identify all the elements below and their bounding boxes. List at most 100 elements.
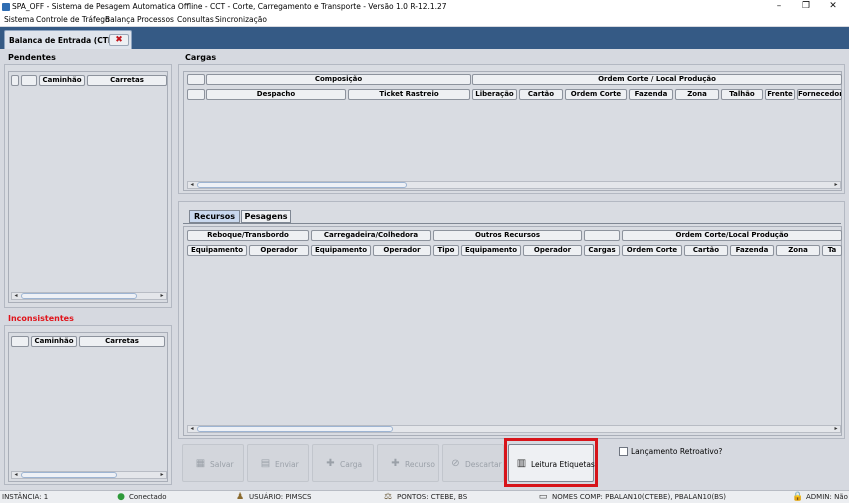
recursos-col-equipamento-3[interactable]: Equipamento xyxy=(461,245,521,256)
recursos-col-zona[interactable]: Zona xyxy=(776,245,820,256)
cargas-col-fazenda[interactable]: Fazenda xyxy=(629,89,673,100)
cargas-group-composicao[interactable]: Composição xyxy=(206,74,471,85)
enviar-button[interactable]: ▤ Enviar xyxy=(247,444,309,482)
status-nomes-comp: NOMES COMP: PBALAN10(CTEBE), PBALAN10(BS… xyxy=(552,493,727,501)
scroll-left-icon[interactable]: ◂ xyxy=(12,293,20,299)
cargas-col-talhao[interactable]: Talhão xyxy=(721,89,763,100)
inconsistentes-col-0[interactable] xyxy=(11,336,29,347)
recurso-button[interactable]: ✚ Recurso xyxy=(377,444,439,482)
retroativo-label: Lançamento Retroativo? xyxy=(631,447,723,456)
cargas-title: Cargas xyxy=(185,53,217,62)
scale-icon: ⚖ xyxy=(383,492,393,502)
recursos-group-outros[interactable]: Outros Recursos xyxy=(433,230,582,241)
scroll-thumb[interactable] xyxy=(21,293,137,299)
recursos-col-operador-3[interactable]: Operador xyxy=(523,245,582,256)
menu-sincronizacao[interactable]: Sincronização xyxy=(215,15,267,24)
connected-icon: ● xyxy=(117,492,125,502)
close-tab-icon[interactable]: ✖ xyxy=(109,34,129,46)
cargas-col-despacho[interactable]: Despacho xyxy=(206,89,346,100)
descartar-button[interactable]: ⊘ Descartar xyxy=(442,444,504,482)
pendentes-col-1[interactable] xyxy=(21,75,37,86)
menu-sistema[interactable]: Sistema xyxy=(4,15,34,24)
recursos-col-operador-2[interactable]: Operador xyxy=(373,245,431,256)
lock-icon: 🔒 xyxy=(792,492,804,502)
cargas-col-liberacao[interactable]: Liberação xyxy=(472,89,517,100)
cargas-hscrollbar[interactable]: ◂ ▸ xyxy=(187,181,841,189)
send-icon: ▤ xyxy=(260,458,271,469)
menu-consultas[interactable]: Consultas xyxy=(177,15,214,24)
cargas-col-cartao[interactable]: Cartão xyxy=(519,89,563,100)
carga-button[interactable]: ✚ Carga xyxy=(312,444,374,482)
cargas-col-0[interactable] xyxy=(187,89,205,100)
recursos-col-cargas[interactable]: Cargas xyxy=(584,245,620,256)
retroativo-checkbox[interactable] xyxy=(619,447,628,456)
cargas-col-ordem-corte[interactable]: Ordem Corte xyxy=(565,89,627,100)
scroll-right-icon[interactable]: ▸ xyxy=(158,472,166,478)
recursos-col-ordem-corte[interactable]: Ordem Corte xyxy=(622,245,682,256)
cargas-col-ticket-rastreio[interactable]: Ticket Rastreio xyxy=(348,89,470,100)
cargas-group-ordem-corte[interactable]: Ordem Corte / Local Produção xyxy=(472,74,842,85)
maximize-button[interactable]: ❐ xyxy=(793,0,819,14)
recursos-col-ta[interactable]: Ta xyxy=(822,245,842,256)
pendentes-grid: Caminhão Carretas ◂ ▸ xyxy=(8,71,168,303)
tab-balanca-entrada[interactable]: Balanca de Entrada (CTEBE) ✖ xyxy=(4,30,132,49)
recursos-group-3[interactable] xyxy=(584,230,620,241)
highlight-box xyxy=(504,438,598,487)
recursos-col-cartao[interactable]: Cartão xyxy=(684,245,728,256)
recursos-group-ordem-corte[interactable]: Ordem Corte/Local Produção xyxy=(622,230,842,241)
recursos-group-carregadeira[interactable]: Carregadeira/Colhedora xyxy=(311,230,431,241)
menu-processos[interactable]: Processos xyxy=(137,15,174,24)
pendentes-col-carretas[interactable]: Carretas xyxy=(87,75,167,86)
menu-controle-trafego[interactable]: Controle de Tráfego xyxy=(36,15,110,24)
save-icon: ▦ xyxy=(195,458,206,469)
cargas-group-0[interactable] xyxy=(187,74,205,85)
recursos-grid: Reboque/Transbordo Carregadeira/Colhedor… xyxy=(183,226,842,436)
scroll-thumb[interactable] xyxy=(197,182,407,188)
pendentes-col-0[interactable] xyxy=(11,75,19,86)
scroll-left-icon[interactable]: ◂ xyxy=(12,472,20,478)
scroll-thumb[interactable] xyxy=(21,472,117,478)
recursos-col-equipamento[interactable]: Equipamento xyxy=(187,245,247,256)
tab-pesagens[interactable]: Pesagens xyxy=(241,210,291,223)
recurso-label: Recurso xyxy=(405,460,435,469)
status-bar: INSTÂNCIA: 1 ● Conectado ♟ USUÁRIO: PIMS… xyxy=(0,490,849,503)
cargas-col-frente[interactable]: Frente xyxy=(765,89,795,100)
recursos-col-equipamento-2[interactable]: Equipamento xyxy=(311,245,371,256)
pendentes-hscrollbar[interactable]: ◂ ▸ xyxy=(11,292,167,300)
cargas-grid: Composição Ordem Corte / Local Produção … xyxy=(183,71,842,191)
inconsistentes-col-caminhao[interactable]: Caminhão xyxy=(31,336,77,347)
inconsistentes-col-carretas[interactable]: Carretas xyxy=(79,336,165,347)
cargas-panel: Composição Ordem Corte / Local Produção … xyxy=(178,64,845,194)
status-pontos: PONTOS: CTEBE, BS xyxy=(397,493,468,501)
inconsistentes-title: Inconsistentes xyxy=(8,314,74,323)
salvar-button[interactable]: ▦ Salvar xyxy=(182,444,244,482)
recursos-col-operador[interactable]: Operador xyxy=(249,245,309,256)
inconsistentes-hscrollbar[interactable]: ◂ ▸ xyxy=(11,471,167,479)
user-icon: ♟ xyxy=(235,492,245,502)
recursos-hscrollbar[interactable]: ◂ ▸ xyxy=(187,425,841,433)
computer-icon: ▭ xyxy=(538,492,548,502)
inconsistentes-panel: Caminhão Carretas ◂ ▸ xyxy=(4,325,172,485)
recursos-group-reboque[interactable]: Reboque/Transbordo xyxy=(187,230,309,241)
scroll-right-icon[interactable]: ▸ xyxy=(832,426,840,432)
descartar-label: Descartar xyxy=(465,460,502,469)
scroll-left-icon[interactable]: ◂ xyxy=(188,182,196,188)
scroll-left-icon[interactable]: ◂ xyxy=(188,426,196,432)
tab-recursos[interactable]: Recursos xyxy=(189,210,240,223)
cargas-col-fornecedor[interactable]: Fornecedor xyxy=(797,89,842,100)
scroll-right-icon[interactable]: ▸ xyxy=(158,293,166,299)
carga-label: Carga xyxy=(340,460,363,469)
recursos-col-fazenda[interactable]: Fazenda xyxy=(730,245,774,256)
title-bar: SPA_OFF - Sistema de Pesagem Automatica … xyxy=(0,0,849,14)
recursos-panel: Recursos Pesagens Reboque/Transbordo Car… xyxy=(178,201,845,439)
scroll-right-icon[interactable]: ▸ xyxy=(832,182,840,188)
pendentes-col-caminhao[interactable]: Caminhão xyxy=(39,75,85,86)
cargas-col-zona[interactable]: Zona xyxy=(675,89,719,100)
recursos-col-tipo[interactable]: Tipo xyxy=(433,245,459,256)
close-window-button[interactable]: ✕ xyxy=(820,0,846,14)
menu-balanca[interactable]: Balança xyxy=(105,15,135,24)
discard-icon: ⊘ xyxy=(451,458,460,469)
scroll-thumb[interactable] xyxy=(197,426,393,432)
minimize-button[interactable]: – xyxy=(766,0,792,14)
pendentes-title: Pendentes xyxy=(8,53,56,62)
